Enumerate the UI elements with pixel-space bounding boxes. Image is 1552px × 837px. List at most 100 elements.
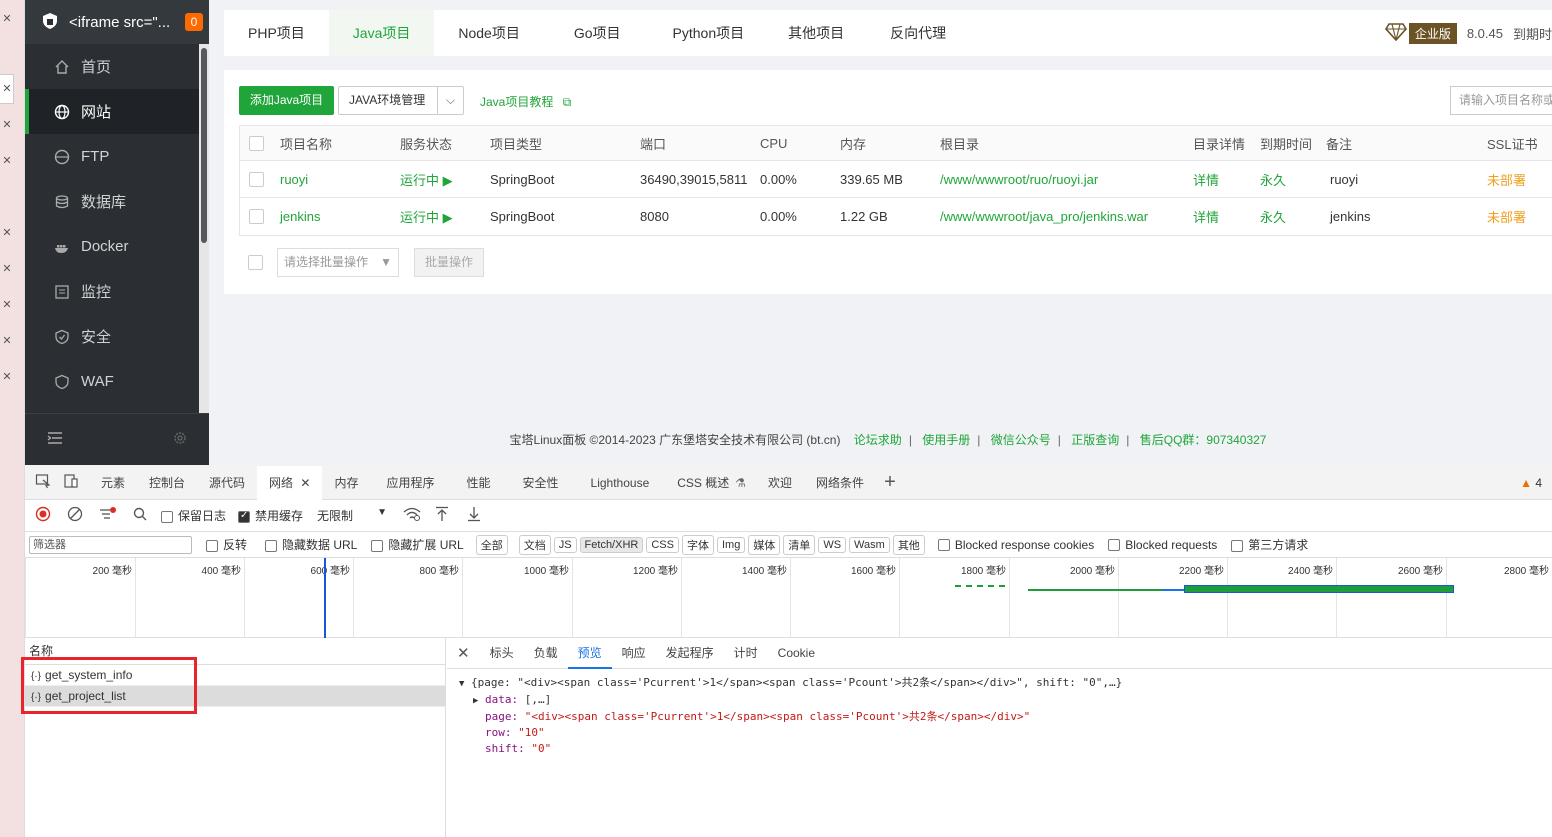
- tab-response[interactable]: 响应: [612, 638, 656, 669]
- tab-welcome[interactable]: 欢迎: [756, 466, 804, 500]
- sidebar-item-home[interactable]: 首页: [25, 44, 209, 89]
- close-icon[interactable]: ✕: [0, 82, 14, 95]
- tab-python[interactable]: Python项目: [651, 10, 767, 56]
- import-har-icon[interactable]: [435, 506, 449, 525]
- wechat-link[interactable]: 微信公众号: [991, 433, 1051, 447]
- tab-sources[interactable]: 源代码: [197, 466, 257, 500]
- tab-css-overview[interactable]: CSS 概述: [665, 466, 735, 500]
- collapse-menu-icon[interactable]: [47, 431, 63, 448]
- expire-link[interactable]: 永久: [1260, 198, 1286, 235]
- close-icon[interactable]: ✕: [0, 226, 14, 239]
- expire-link[interactable]: 永久: [1260, 161, 1286, 197]
- json-data-line[interactable]: ▶ data: [,…]: [459, 692, 1552, 709]
- batch-operation-select[interactable]: 请选择批量操作 ▼: [277, 248, 399, 277]
- close-icon[interactable]: ✕: [0, 118, 14, 131]
- tab-go[interactable]: Go项目: [544, 10, 651, 56]
- tab-other[interactable]: 其他项目: [766, 10, 866, 56]
- filter-chip-other[interactable]: 其他: [892, 534, 925, 555]
- tab-initiator[interactable]: 发起程序: [656, 638, 724, 669]
- select-all-checkbox[interactable]: [249, 135, 264, 151]
- tab-preview[interactable]: 预览: [567, 638, 612, 669]
- blocked-requests-checkbox[interactable]: Blocked requests: [1108, 538, 1217, 552]
- license-check-link[interactable]: 正版查询: [1071, 433, 1119, 447]
- triangle-right-icon[interactable]: ▶: [473, 696, 478, 706]
- tab-application[interactable]: 应用程序: [370, 466, 450, 500]
- tab-performance[interactable]: 性能: [451, 466, 507, 500]
- tab-security[interactable]: 安全性: [507, 466, 575, 500]
- warning-indicator[interactable]: ▲ 4: [1520, 476, 1542, 490]
- java-tutorial-link[interactable]: Java项目教程 ⧉: [480, 93, 571, 110]
- detail-link[interactable]: 详情: [1193, 161, 1219, 197]
- close-icon[interactable]: ✕: [447, 644, 480, 662]
- ssl-status-link[interactable]: 未部署: [1487, 198, 1526, 235]
- throttle-select[interactable]: 无限制 ▼: [317, 507, 387, 524]
- tab-java[interactable]: Java项目: [328, 10, 435, 56]
- batch-checkbox[interactable]: [248, 255, 263, 270]
- sidebar-item-database[interactable]: 数据库: [25, 179, 209, 224]
- tab-cookies[interactable]: Cookie: [768, 638, 825, 669]
- filter-chip-manifest[interactable]: 清单: [783, 534, 816, 555]
- invert-checkbox[interactable]: 反转: [206, 536, 247, 553]
- tab-elements[interactable]: 元素: [89, 466, 137, 500]
- filter-chip-wasm[interactable]: Wasm: [849, 536, 890, 553]
- close-icon[interactable]: ✕: [0, 370, 14, 383]
- hide-data-url-checkbox[interactable]: 隐藏数据 URL: [265, 536, 357, 553]
- chevron-down-icon[interactable]: ⌵: [437, 87, 463, 114]
- close-icon[interactable]: ✕: [0, 154, 14, 167]
- sidebar-item-monitor[interactable]: 监控: [25, 269, 209, 314]
- filter-funnel-icon[interactable]: [99, 506, 117, 525]
- forum-link[interactable]: 论坛求助: [854, 433, 902, 447]
- tab-lighthouse[interactable]: Lighthouse: [575, 466, 666, 500]
- status-running[interactable]: 运行中 ▶: [400, 198, 453, 235]
- add-tab-icon[interactable]: +: [884, 471, 896, 494]
- triangle-down-icon[interactable]: ▼: [459, 679, 464, 689]
- tab-memory[interactable]: 内存: [322, 466, 370, 500]
- filter-chip-media[interactable]: 媒体: [748, 534, 781, 555]
- sidebar-item-docker[interactable]: Docker: [25, 224, 209, 269]
- batch-operation-button[interactable]: 批量操作: [414, 248, 484, 277]
- gear-icon[interactable]: [173, 431, 187, 448]
- filter-chip-img[interactable]: Img: [716, 536, 746, 553]
- tab-headers[interactable]: 标头: [480, 638, 524, 669]
- ssl-status-link[interactable]: 未部署: [1487, 161, 1526, 197]
- sidebar-item-website[interactable]: 网站: [25, 89, 209, 134]
- filter-chip-fetch-xhr[interactable]: Fetch/XHR: [579, 536, 644, 553]
- filter-chip-ws[interactable]: WS: [818, 536, 847, 553]
- tab-payload[interactable]: 负载: [524, 638, 568, 669]
- export-har-icon[interactable]: [467, 506, 481, 525]
- network-conditions-icon[interactable]: [403, 506, 421, 525]
- device-toolbar-icon[interactable]: [59, 473, 89, 492]
- tab-timing[interactable]: 计时: [724, 638, 768, 669]
- record-icon[interactable]: [35, 506, 51, 525]
- close-icon[interactable]: ✕: [0, 298, 14, 311]
- close-icon[interactable]: ✕: [0, 12, 14, 25]
- json-root-line[interactable]: ▼ {page: "<div><span class='Pcurrent'>1<…: [459, 675, 1552, 692]
- network-timeline[interactable]: 200 毫秒 400 毫秒 600 毫秒 800 毫秒 1000 毫秒 1200…: [25, 558, 1552, 638]
- project-search-input[interactable]: 请输入项目名称或: [1450, 86, 1552, 115]
- sidebar-item-waf[interactable]: WAF: [25, 359, 209, 404]
- third-party-checkbox[interactable]: 第三方请求: [1231, 536, 1308, 553]
- tab-console[interactable]: 控制台: [137, 466, 197, 500]
- blocked-cookies-checkbox[interactable]: Blocked response cookies: [937, 538, 1094, 552]
- search-icon[interactable]: [133, 507, 147, 524]
- version-text[interactable]: 8.0.45: [1467, 26, 1503, 41]
- project-note[interactable]: jenkins: [1330, 198, 1370, 235]
- filter-chip-js[interactable]: JS: [553, 536, 577, 553]
- detail-link[interactable]: 详情: [1193, 198, 1219, 235]
- filter-chip-doc[interactable]: 文档: [518, 534, 551, 555]
- project-name-link[interactable]: ruoyi: [280, 161, 308, 197]
- tab-network-conditions[interactable]: 网络条件: [804, 466, 876, 500]
- status-running[interactable]: 运行中 ▶: [400, 161, 453, 197]
- filter-chip-all[interactable]: 全部: [475, 534, 508, 555]
- filter-input[interactable]: 筛选器: [29, 535, 192, 554]
- filter-chip-font[interactable]: 字体: [681, 534, 714, 555]
- filter-chip-css[interactable]: CSS: [646, 536, 679, 553]
- inspect-element-icon[interactable]: [25, 473, 59, 492]
- close-icon[interactable]: ✕: [0, 334, 14, 347]
- sidebar-item-security[interactable]: 安全: [25, 314, 209, 359]
- qq-group-link[interactable]: 售后QQ群：907340327: [1140, 433, 1267, 447]
- preserve-log-checkbox[interactable]: 保留日志: [161, 507, 226, 524]
- edition-badge[interactable]: 企业版: [1408, 22, 1457, 44]
- java-env-select[interactable]: JAVA环境管理 ⌵: [338, 86, 464, 115]
- close-icon[interactable]: ✕: [0, 262, 14, 275]
